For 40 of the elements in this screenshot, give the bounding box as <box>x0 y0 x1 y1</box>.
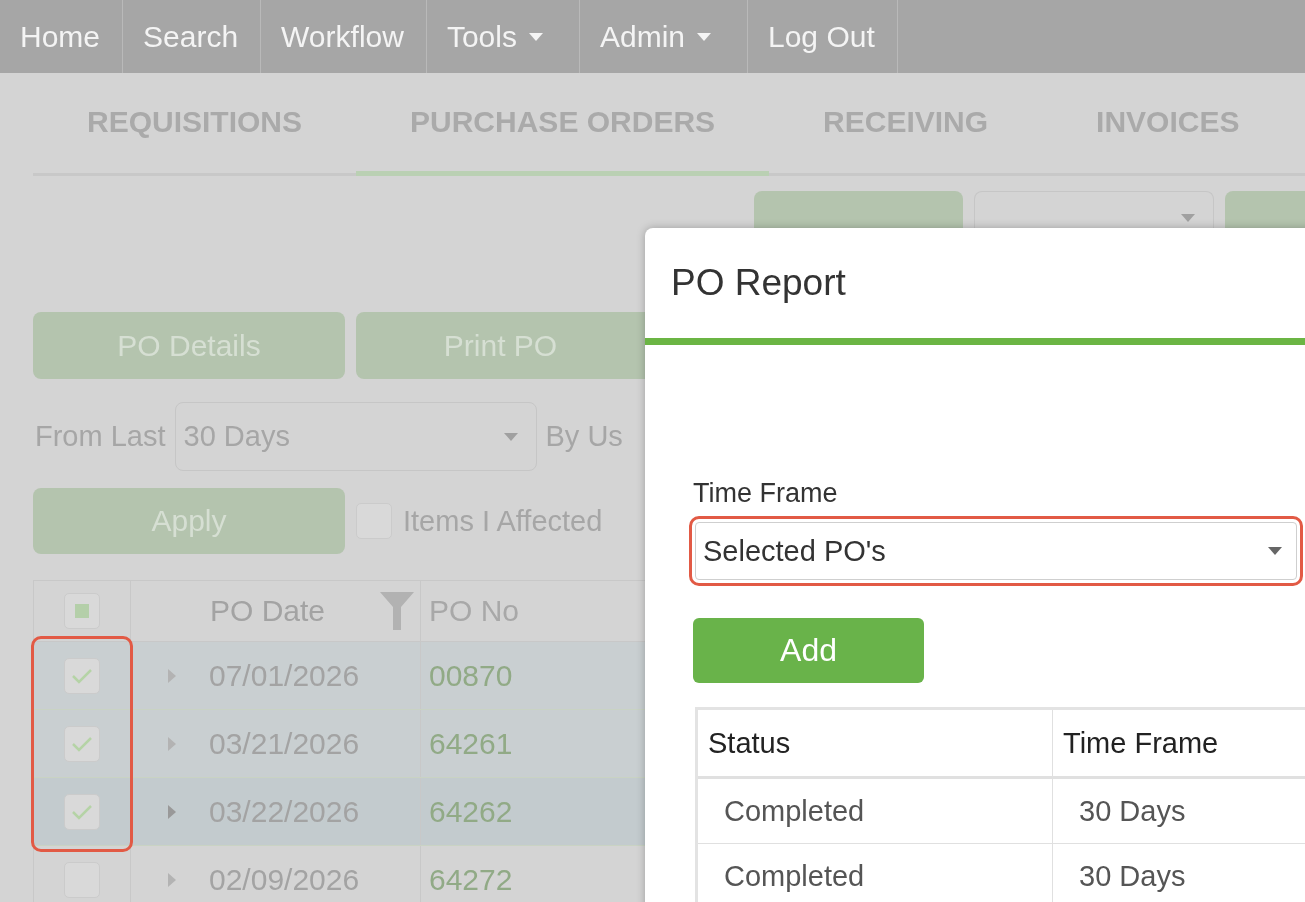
time-frame-select[interactable]: Selected PO's <box>695 522 1297 580</box>
nav-item[interactable]: Admin <box>579 0 748 73</box>
table-cell-text: 30 Days <box>1078 858 1187 894</box>
nav-item[interactable]: Search <box>123 0 262 73</box>
caret-icon <box>503 432 518 441</box>
caret-icon <box>1181 214 1195 222</box>
table-cell[interactable]: 64262 <box>429 794 513 829</box>
check-icon <box>71 803 93 820</box>
toolbar-button[interactable] <box>754 191 963 228</box>
check-icon <box>71 735 93 752</box>
row-checkbox[interactable] <box>64 793 100 830</box>
table-cell-text: 30 Days <box>1078 793 1187 829</box>
caret-icon <box>1268 547 1282 555</box>
row-checkbox[interactable] <box>64 657 100 694</box>
expand-icon <box>168 804 176 819</box>
nav-item[interactable]: Home <box>0 0 124 73</box>
add-button[interactable]: Add <box>693 618 924 683</box>
table-cell[interactable]: 00870 <box>429 658 513 693</box>
partial-icon <box>75 604 89 618</box>
select-all-checkbox[interactable] <box>64 593 100 629</box>
expand-icon <box>168 872 176 887</box>
dialog-title: PO Report <box>645 228 1305 345</box>
expand-icon <box>168 668 176 683</box>
column-header: Time Frame <box>1062 725 1220 761</box>
table-cell[interactable]: 64272 <box>429 862 513 897</box>
table-cell: Completed <box>698 844 1053 902</box>
check-icon <box>71 667 93 684</box>
row-checkbox[interactable] <box>64 725 100 762</box>
table-cell: Completed <box>698 779 1053 843</box>
field-label: Time Frame <box>693 478 838 509</box>
nav-item[interactable]: Tools <box>426 0 580 73</box>
nav-item[interactable]: Workflow <box>261 0 427 73</box>
column-header: Status <box>698 710 1053 776</box>
dropdown-select[interactable] <box>974 191 1214 228</box>
filter-icon <box>380 592 414 630</box>
caret-icon <box>528 32 543 41</box>
nav-item[interactable]: Log Out <box>748 0 898 73</box>
expand-icon <box>168 736 176 751</box>
caret-icon <box>697 32 711 41</box>
table-cell[interactable]: 64261 <box>429 726 513 761</box>
